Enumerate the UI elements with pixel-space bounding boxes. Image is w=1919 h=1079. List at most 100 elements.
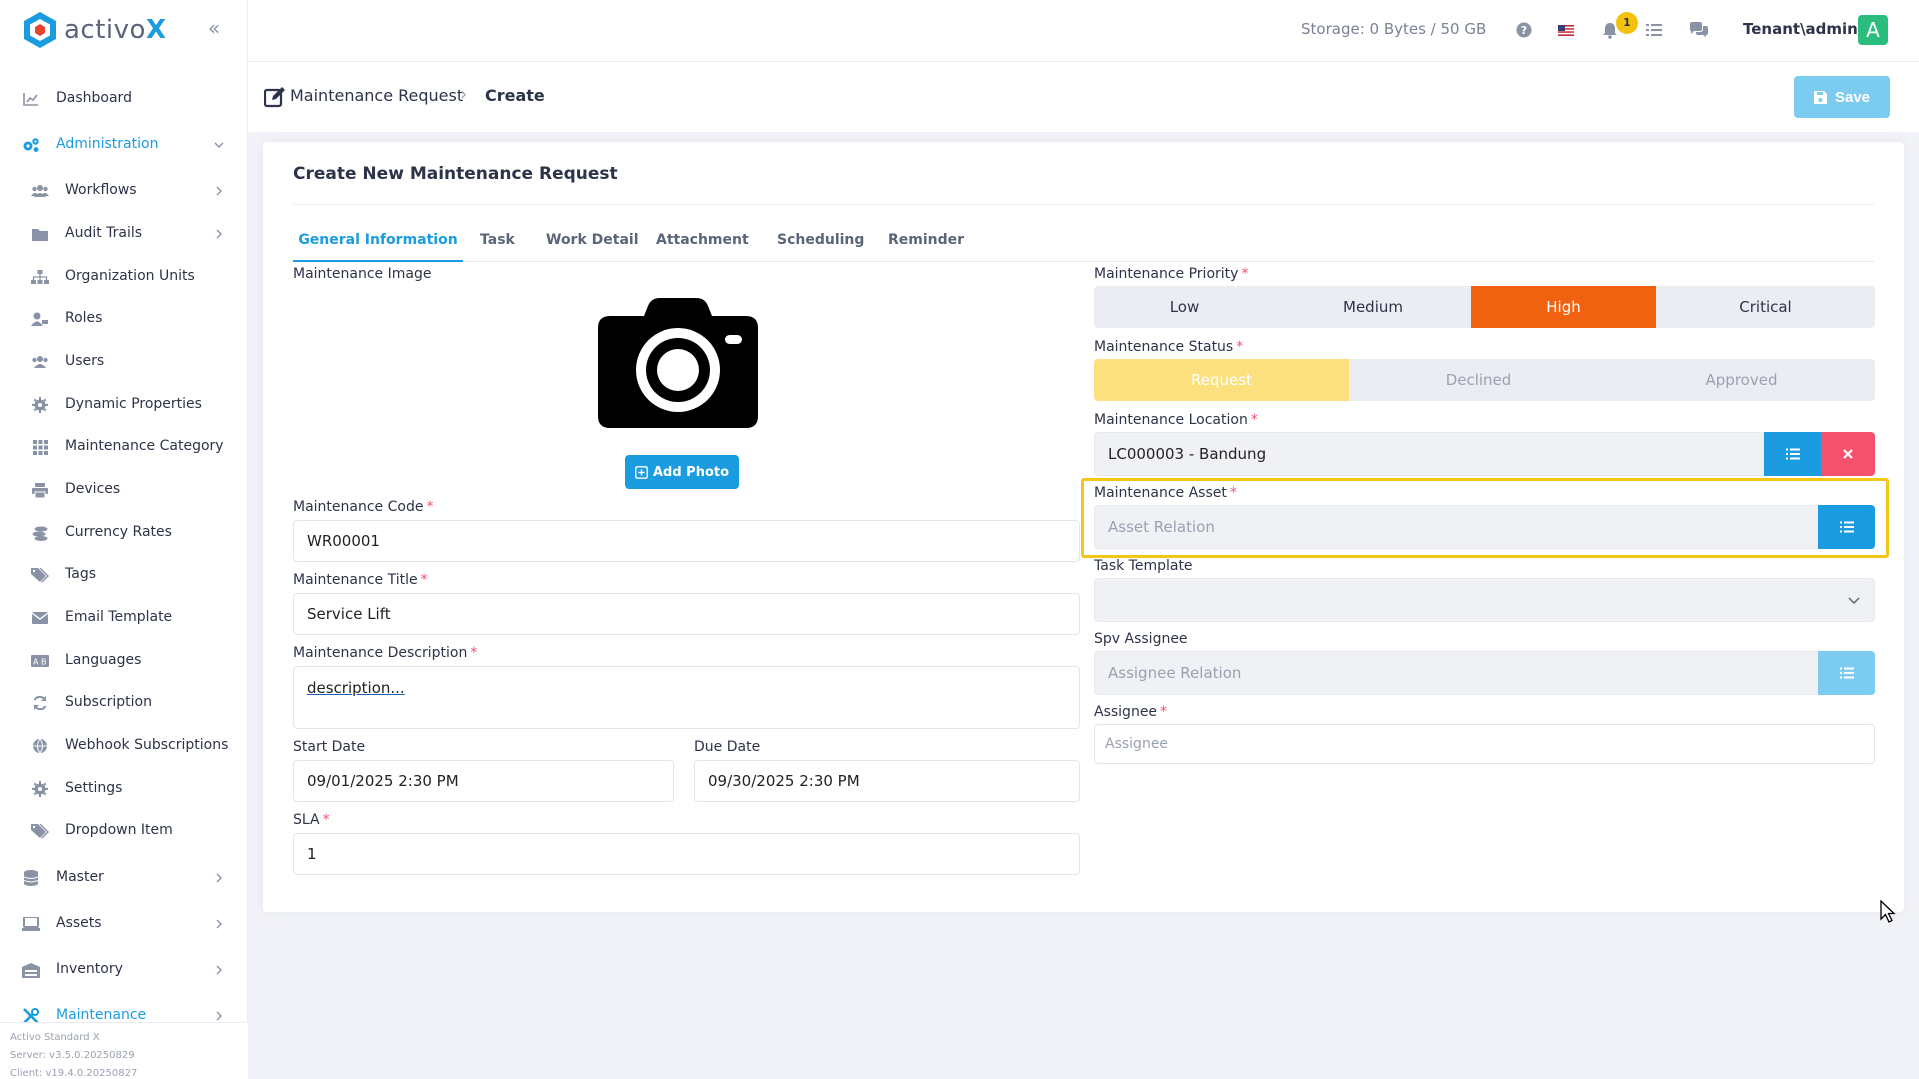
breadcrumb-parent[interactable]: Maintenance Request	[290, 86, 463, 105]
sidebar-item-subscription[interactable]: Subscription	[0, 683, 248, 723]
tab-reminder[interactable]: Reminder	[888, 224, 964, 262]
sidebar-item-label: Devices	[65, 481, 121, 497]
users-group-icon	[31, 183, 49, 199]
sla-input[interactable]: 1	[293, 833, 1080, 875]
list-icon	[1839, 521, 1854, 533]
sidebar-item-label: Assets	[56, 915, 102, 931]
sidebar-item-workflows[interactable]: Workflows	[0, 171, 248, 211]
sidebar-item-assets[interactable]: Assets	[0, 904, 248, 944]
brand-logo[interactable]: activoX	[22, 10, 167, 50]
sidebar-item-settings[interactable]: Settings	[0, 769, 248, 809]
tab-work-detail[interactable]: Work Detail	[546, 224, 639, 262]
database-icon	[22, 870, 40, 886]
sidebar-item-administration[interactable]: Administration	[0, 125, 248, 165]
location-lookup-button[interactable]	[1764, 432, 1821, 476]
maintenance-priority-label: Maintenance Priority *	[1094, 266, 1249, 282]
sidebar-item-label: Roles	[65, 310, 103, 326]
breadcrumb-current: Create	[485, 86, 545, 105]
assignee-label: Assignee *	[1094, 704, 1168, 720]
sidebar-item-tags[interactable]: Tags	[0, 555, 248, 595]
folder-icon	[31, 226, 49, 242]
sidebar-item-webhook-subscriptions[interactable]: Webhook Subscriptions	[0, 726, 248, 766]
sidebar-item-dashboard[interactable]: Dashboard	[0, 79, 248, 119]
notification-badge: 1	[1616, 12, 1638, 34]
chevron-right-icon	[216, 229, 222, 239]
save-button[interactable]: Save	[1794, 76, 1890, 118]
sidebar-item-organization-units[interactable]: Organization Units	[0, 257, 248, 297]
priority-option-critical[interactable]: Critical	[1656, 286, 1875, 328]
maintenance-asset-label: Maintenance Asset *	[1094, 485, 1237, 501]
printer-icon	[31, 482, 49, 498]
start-date-input[interactable]: 09/01/2025 2:30 PM	[293, 760, 674, 802]
sidebar-item-users[interactable]: Users	[0, 342, 248, 382]
spv-assignee-input[interactable]: Assignee Relation	[1094, 651, 1819, 695]
avatar[interactable]: A	[1858, 15, 1888, 45]
sidebar-item-label: Users	[65, 353, 105, 369]
us-flag-icon[interactable]	[1556, 20, 1576, 40]
spv-assignee-label: Spv Assignee	[1094, 631, 1188, 647]
collapse-sidebar-icon[interactable]: «	[204, 16, 224, 40]
task-template-select[interactable]	[1094, 578, 1875, 622]
version-info: Activo Standard X Server: v3.5.0.2025082…	[0, 1022, 248, 1079]
maintenance-code-input[interactable]: WR00001	[293, 520, 1080, 562]
sidebar-item-languages[interactable]: AB Languages	[0, 641, 248, 681]
priority-option-high[interactable]: High	[1471, 286, 1656, 328]
sidebar-item-dropdown-item[interactable]: Dropdown Item	[0, 811, 248, 851]
help-icon[interactable]: ?	[1514, 20, 1534, 40]
tab-attachment[interactable]: Attachment	[656, 224, 749, 262]
sidebar-item-dynamic-properties[interactable]: Dynamic Properties	[0, 385, 248, 425]
sidebar-item-email-template[interactable]: Email Template	[0, 598, 248, 638]
due-date-input[interactable]: 09/30/2025 2:30 PM	[694, 760, 1080, 802]
maintenance-description-textarea[interactable]: description...	[293, 666, 1080, 729]
location-clear-button[interactable]	[1821, 432, 1875, 476]
tab-scheduling[interactable]: Scheduling	[777, 224, 864, 262]
sidebar-item-label: Subscription	[65, 694, 152, 710]
tab-general-information[interactable]: General Information	[293, 224, 463, 262]
add-photo-button[interactable]: Add Photo	[625, 455, 739, 489]
close-icon	[1843, 449, 1853, 459]
chevron-right-icon	[216, 186, 222, 196]
language-icon: AB	[31, 653, 49, 669]
laptop-icon	[22, 916, 40, 932]
users-icon	[31, 354, 49, 370]
spv-assignee-lookup-button[interactable]	[1818, 651, 1875, 695]
subheader: Maintenance Request › Create Save	[248, 62, 1919, 132]
sidebar-item-inventory[interactable]: Inventory	[0, 950, 248, 990]
sidebar-item-label: Tags	[65, 566, 96, 582]
sidebar-item-label: Languages	[65, 652, 142, 668]
status-option-request[interactable]: Request	[1094, 359, 1349, 401]
maintenance-location-input[interactable]: LC000003 - Bandung	[1094, 432, 1765, 476]
priority-option-medium[interactable]: Medium	[1275, 286, 1471, 328]
maintenance-asset-input[interactable]: Asset Relation	[1094, 505, 1819, 549]
cogs-icon	[22, 137, 40, 153]
maintenance-status-label: Maintenance Status *	[1094, 339, 1244, 355]
description-text: description...	[307, 679, 405, 697]
svg-text:A: A	[33, 658, 39, 667]
tab-task[interactable]: Task	[480, 224, 515, 262]
sidebar-item-devices[interactable]: Devices	[0, 470, 248, 510]
maintenance-description-label: Maintenance Description *	[293, 645, 478, 661]
sidebar-item-currency-rates[interactable]: Currency Rates	[0, 513, 248, 553]
status-option-declined[interactable]: Declined	[1349, 359, 1608, 401]
chevron-right-icon	[216, 965, 222, 975]
task-list-icon[interactable]	[1644, 20, 1664, 40]
user-name[interactable]: Tenant\admin	[1743, 20, 1858, 38]
svg-text:?: ?	[1521, 24, 1527, 37]
topbar: Storage: 0 Bytes / 50 GB ? 1 Tenant\admi…	[248, 0, 1919, 62]
status-option-approved[interactable]: Approved	[1608, 359, 1875, 401]
chat-icon[interactable]	[1689, 20, 1709, 40]
divider	[293, 204, 1874, 205]
gear-icon	[31, 397, 49, 413]
task-template-label: Task Template	[1094, 558, 1193, 574]
refresh-icon	[31, 695, 49, 711]
assignee-input[interactable]: Assignee	[1094, 724, 1875, 764]
form-card: Create New Maintenance Request General I…	[263, 142, 1904, 912]
asset-lookup-button[interactable]	[1818, 505, 1875, 549]
chevron-down-icon	[214, 142, 224, 148]
maintenance-title-input[interactable]: Service Lift	[293, 593, 1080, 635]
sidebar-item-audit-trails[interactable]: Audit Trails	[0, 214, 248, 254]
sidebar-item-maintenance-category[interactable]: Maintenance Category	[0, 427, 248, 467]
sidebar-item-master[interactable]: Master	[0, 858, 248, 898]
sidebar-item-roles[interactable]: Roles	[0, 299, 248, 339]
priority-option-low[interactable]: Low	[1094, 286, 1275, 328]
